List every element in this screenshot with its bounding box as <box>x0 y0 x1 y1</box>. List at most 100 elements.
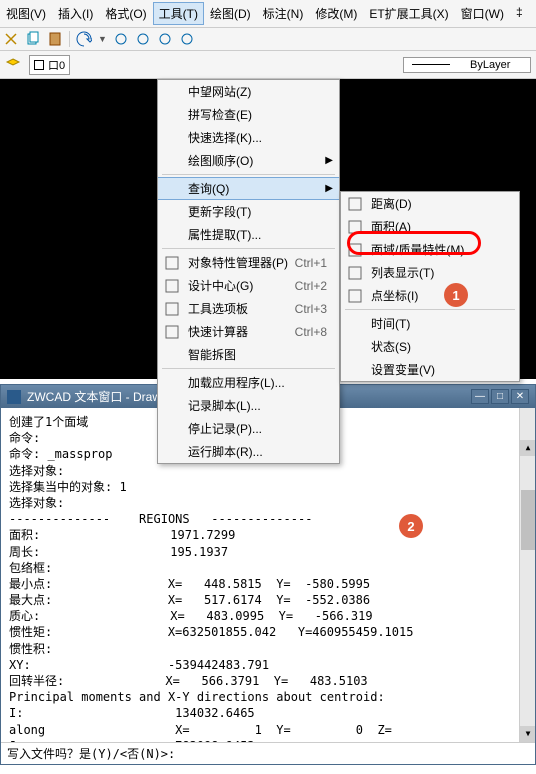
query-submenu-item-6[interactable]: 状态(S) <box>341 335 519 358</box>
app-icon <box>7 390 21 404</box>
help-icon[interactable] <box>157 31 173 47</box>
menu-item-label: 中望网站(Z) <box>188 83 251 100</box>
paste-icon[interactable] <box>47 31 63 47</box>
copy-icon[interactable] <box>25 31 41 47</box>
query-submenu-item-7[interactable]: 设置变量(V) <box>341 358 519 381</box>
menu-shortcut: Ctrl+8 <box>295 325 327 339</box>
menu-0[interactable]: 视图(V) <box>0 2 52 25</box>
menu-item-label: 设置变量(V) <box>371 361 435 378</box>
menu-item-icon <box>347 288 363 304</box>
search-icon[interactable] <box>179 31 195 47</box>
annotation-badge-2: 2 <box>399 514 423 538</box>
tools-menu-item-4[interactable]: 查询(Q)▶ <box>158 177 339 200</box>
linetype-value: ByLayer <box>470 59 510 71</box>
tools-menu-item-12[interactable]: 加载应用程序(L)... <box>158 371 339 394</box>
menu-item-label: 查询(Q) <box>188 180 229 197</box>
tools-menu-item-7[interactable]: 对象特性管理器(P) Ctrl+1 <box>158 251 339 274</box>
menu-item-label: 绘图顺序(O) <box>188 152 253 169</box>
separator <box>69 31 70 47</box>
tools-menu-item-9[interactable]: 工具选项板 Ctrl+3 <box>158 297 339 320</box>
menu-shortcut: Ctrl+2 <box>295 279 327 293</box>
layer-select[interactable]: 口0 <box>29 55 70 75</box>
query-submenu-item-4[interactable]: 点坐标(I) <box>341 284 519 307</box>
menu-2[interactable]: 格式(O) <box>99 2 152 25</box>
menu-item-icon <box>164 324 180 340</box>
menu-6[interactable]: 修改(M) <box>309 2 363 25</box>
menu-9[interactable]: ‡ <box>510 2 529 25</box>
tools-menu-item-5[interactable]: 更新字段(T) <box>158 200 339 223</box>
menu-4[interactable]: 绘图(D) <box>204 2 257 25</box>
scroll-up-icon[interactable]: ▲ <box>520 440 535 456</box>
scroll-down-icon[interactable]: ▼ <box>520 726 535 742</box>
menu-item-label: 加载应用程序(L)... <box>188 374 285 391</box>
menu-separator <box>345 309 515 310</box>
menu-item-label: 面积(A) <box>371 218 411 235</box>
format-icon[interactable] <box>135 31 151 47</box>
command-input[interactable] <box>175 745 529 762</box>
tools-menu: 中望网站(Z) 拼写检查(E) 快速选择(K)... 绘图顺序(O) ▶ 查询(Q)▶ 更新… <box>157 79 340 464</box>
tools-menu-item-10[interactable]: 快速计算器 Ctrl+8 <box>158 320 339 343</box>
menu-item-label: 距离(D) <box>371 195 412 212</box>
tools-menu-item-11[interactable]: 智能拆图 <box>158 343 339 366</box>
menu-separator <box>162 368 335 369</box>
menu-item-label: 工具选项板 <box>188 300 248 317</box>
layer-value: 口0 <box>48 57 65 73</box>
menu-separator <box>162 248 335 249</box>
tools-menu-item-6[interactable]: 属性提取(T)... <box>158 223 339 246</box>
menu-item-label: 对象特性管理器(P) <box>188 254 288 271</box>
menu-item-label: 快速计算器 <box>188 323 248 340</box>
menu-item-label: 面域/质量特性(M) <box>371 241 464 258</box>
menu-shortcut: Ctrl+1 <box>295 256 327 270</box>
menu-item-label: 点坐标(I) <box>371 287 418 304</box>
annotation-badge-1: 1 <box>444 283 468 307</box>
scrollbar[interactable]: ▲ ▼ <box>519 408 535 742</box>
menu-8[interactable]: 窗口(W) <box>455 2 510 25</box>
menu-item-label: 更新字段(T) <box>188 203 251 220</box>
menu-item-label: 快速选择(K)... <box>188 129 262 146</box>
query-submenu-item-1[interactable]: 面积(A) <box>341 215 519 238</box>
menu-item-label: 拼写检查(E) <box>188 106 252 123</box>
query-submenu-item-5[interactable]: 时间(T) <box>341 312 519 335</box>
drawing-canvas[interactable]: 中望网站(Z) 拼写检查(E) 快速选择(K)... 绘图顺序(O) ▶ 查询(Q)▶ 更新… <box>0 79 536 379</box>
linetype-select[interactable]: ByLayer <box>403 57 531 73</box>
tools-menu-item-0[interactable]: 中望网站(Z) <box>158 80 339 103</box>
query-submenu: 距离(D) 面积(A) 面域/质量特性(M) 列表显示(T) 点坐标(I) 时间(T)状态… <box>340 191 520 382</box>
menu-item-label: 列表显示(T) <box>371 264 434 281</box>
menu-item-label: 设计中心(G) <box>188 277 253 294</box>
cut-icon[interactable] <box>3 31 19 47</box>
brush-icon[interactable] <box>113 31 129 47</box>
line-preview <box>412 64 450 65</box>
undo-icon[interactable] <box>76 31 92 47</box>
menu-7[interactable]: ET扩展工具(X) <box>363 2 454 25</box>
menu-item-icon <box>164 255 180 271</box>
command-input-row: 写入文件吗？是(Y)/<否(N)>: <box>1 742 535 764</box>
scroll-thumb[interactable] <box>521 490 535 550</box>
menu-item-label: 属性提取(T)... <box>188 226 261 243</box>
menu-3[interactable]: 工具(T) <box>153 2 204 25</box>
menu-1[interactable]: 插入(I) <box>52 2 99 25</box>
menu-item-icon <box>347 219 363 235</box>
menu-item-icon <box>347 265 363 281</box>
tools-menu-item-2[interactable]: 快速选择(K)... <box>158 126 339 149</box>
chevron-down-icon[interactable]: ▼ <box>98 34 107 44</box>
tools-menu-item-1[interactable]: 拼写检查(E) <box>158 103 339 126</box>
toolbar: ▼ <box>0 28 536 51</box>
menu-item-icon <box>347 196 363 212</box>
menu-shortcut: Ctrl+3 <box>295 302 327 316</box>
layer-color-swatch <box>34 60 44 70</box>
submenu-arrow-icon: ▶ <box>325 155 333 166</box>
menu-5[interactable]: 标注(N) <box>257 2 310 25</box>
menu-item-label: 智能拆图 <box>188 346 236 363</box>
menu-item-icon <box>347 242 363 258</box>
query-submenu-item-0[interactable]: 距离(D) <box>341 192 519 215</box>
maximize-button[interactable]: □ <box>491 389 509 404</box>
layer-icon[interactable] <box>5 57 21 73</box>
close-button[interactable]: ✕ <box>511 389 529 404</box>
tools-menu-item-8[interactable]: 设计中心(G) Ctrl+2 <box>158 274 339 297</box>
menu-item-icon <box>164 278 180 294</box>
property-bar: 口0 ByLayer <box>0 51 536 79</box>
tools-menu-item-3[interactable]: 绘图顺序(O) ▶ <box>158 149 339 172</box>
minimize-button[interactable]: — <box>471 389 489 404</box>
query-submenu-item-3[interactable]: 列表显示(T) <box>341 261 519 284</box>
query-submenu-item-2[interactable]: 面域/质量特性(M) <box>341 238 519 261</box>
